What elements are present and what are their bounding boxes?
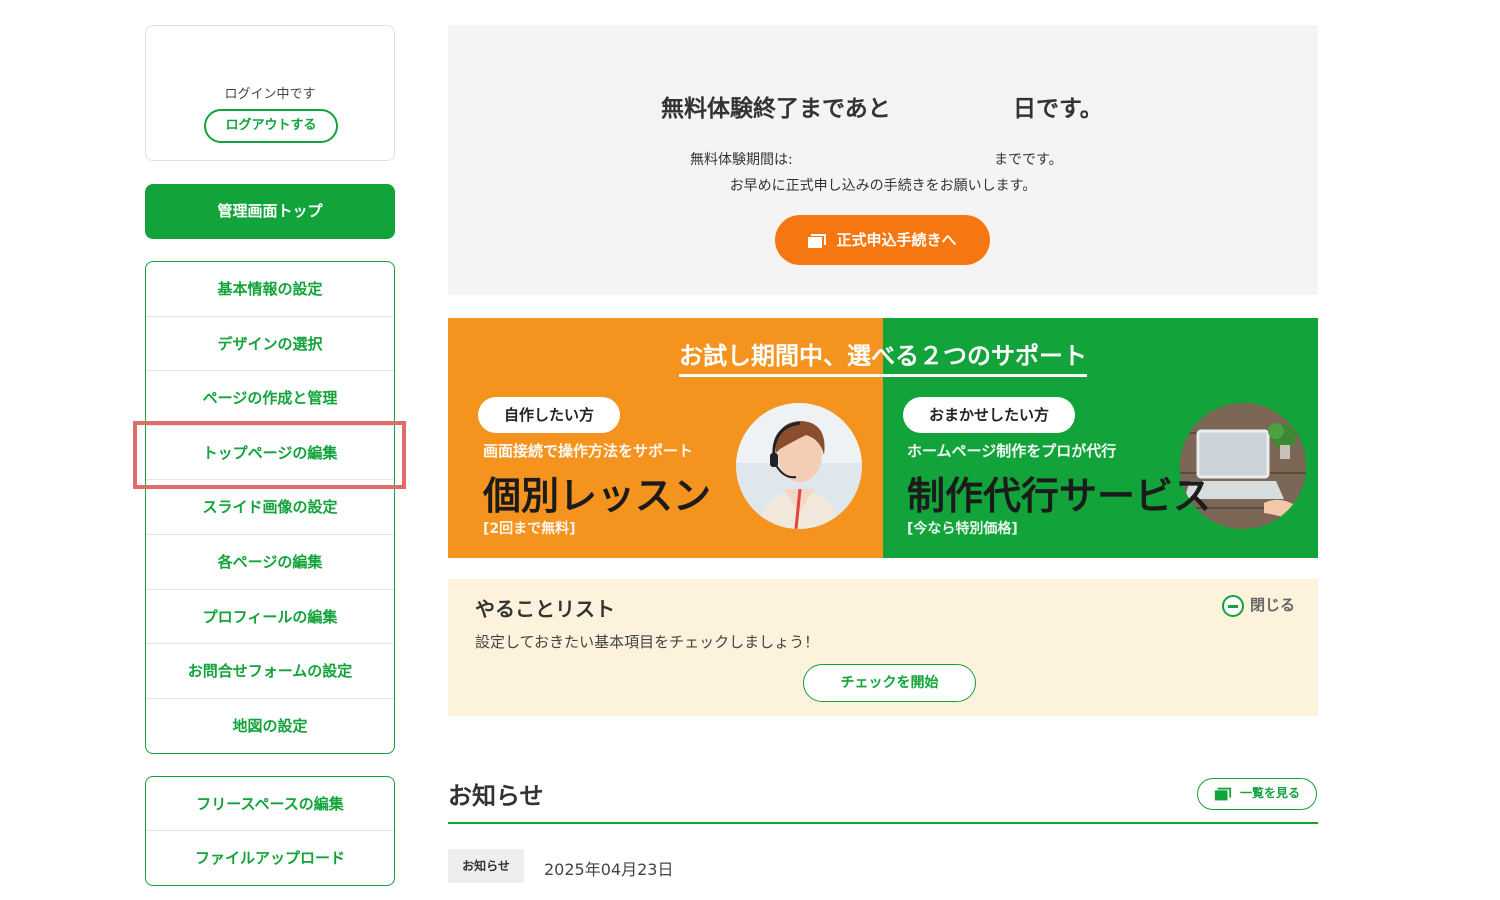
minus-circle-icon: [1222, 594, 1244, 617]
instructor-photo: [736, 403, 862, 529]
menu-item-slide-images[interactable]: スライド画像の設定: [146, 480, 394, 535]
view-all-news-button[interactable]: 一覧を見る: [1197, 778, 1317, 810]
extra-menu: フリースペースの編集 ファイルアップロード: [145, 776, 395, 886]
news-item-tag: お知らせ: [448, 849, 524, 883]
support-banner[interactable]: 自作したい方 画面接続で操作方法をサポート 個別レッスン [2回まで無料] おま…: [448, 318, 1318, 558]
admin-top-button[interactable]: 管理画面トップ: [145, 184, 395, 239]
trial-notice: お早めに正式申し込みの手続きをお願いします。: [729, 178, 1037, 194]
menu-item-pages[interactable]: ページの作成と管理: [146, 371, 394, 426]
news-item-date[interactable]: 2025年04月23日: [544, 856, 673, 880]
settings-menu: 基本情報の設定 デザインの選択 ページの作成と管理 トップページの編集 スライド…: [145, 261, 395, 754]
documents-icon: [808, 233, 827, 248]
support-banner-title: お試し期間中、選べる２つのサポート: [448, 336, 1318, 377]
trial-headline-prefix: 無料体験終了まであと: [661, 96, 891, 122]
service-headline: 制作代行サービス: [907, 474, 1212, 518]
todo-description: 設定しておきたい基本項目をチェックしましょう！: [475, 633, 820, 651]
todo-title: やることリスト: [475, 597, 615, 621]
login-status-text: ログイン中です: [224, 87, 316, 102]
view-all-label: 一覧を見る: [1239, 786, 1300, 800]
menu-item-each-page-edit[interactable]: 各ページの編集: [146, 535, 394, 590]
news-title: お知らせ: [448, 782, 544, 810]
menu-item-free-space[interactable]: フリースペースの編集: [146, 777, 394, 831]
trial-period-prefix: 無料体験期間は:: [690, 152, 793, 168]
service-subtitle: ホームページ制作をプロが代行: [907, 442, 1117, 460]
lesson-note: [2回まで無料]: [483, 521, 576, 537]
trial-headline-suffix: 日です。: [1013, 96, 1103, 122]
todo-panel: やることリスト 設定しておきたい基本項目をチェックしましょう！ 閉じる チェック…: [448, 579, 1318, 716]
apply-button-label: 正式申込手続きへ: [836, 231, 957, 249]
menu-item-basic-info[interactable]: 基本情報の設定: [146, 262, 394, 317]
service-note: [今なら特別価格]: [907, 521, 1018, 537]
menu-item-contact-form[interactable]: お問合せフォームの設定: [146, 644, 394, 699]
menu-item-profile-edit[interactable]: プロフィールの編集: [146, 590, 394, 645]
menu-item-file-upload[interactable]: ファイルアップロード: [146, 831, 394, 885]
documents-icon: [1214, 787, 1232, 800]
start-check-button[interactable]: チェックを開始: [803, 664, 976, 702]
lesson-headline: 個別レッスン: [483, 474, 712, 518]
menu-item-map[interactable]: 地図の設定: [146, 699, 394, 753]
support-banner-title-text: お試し期間中、選べる２つのサポート: [679, 342, 1087, 377]
todo-close-label: 閉じる: [1250, 596, 1296, 614]
service-tag: おまかせしたい方: [903, 397, 1076, 433]
todo-close-toggle[interactable]: 閉じる: [1222, 594, 1295, 617]
lesson-subtitle: 画面接続で操作方法をサポート: [483, 442, 694, 460]
trial-headline: 無料体験終了まであと 日です。: [448, 89, 1318, 122]
menu-item-top-page-edit[interactable]: トップページの編集: [146, 426, 394, 481]
trial-panel: 無料体験終了まであと 日です。 無料体験期間は: までです。 お早めに正式申し込…: [448, 25, 1318, 295]
menu-item-design[interactable]: デザインの選択: [146, 317, 394, 372]
apply-button[interactable]: 正式申込手続きへ: [775, 215, 990, 265]
news-divider: [448, 822, 1318, 824]
logout-button[interactable]: ログアウトする: [204, 109, 338, 143]
login-status-box: ログイン中です ログアウトする: [145, 25, 395, 161]
trial-period: 無料体験期間は: までです。: [448, 149, 1318, 169]
lesson-tag: 自作したい方: [478, 397, 621, 433]
trial-period-suffix: までです。: [994, 152, 1063, 168]
